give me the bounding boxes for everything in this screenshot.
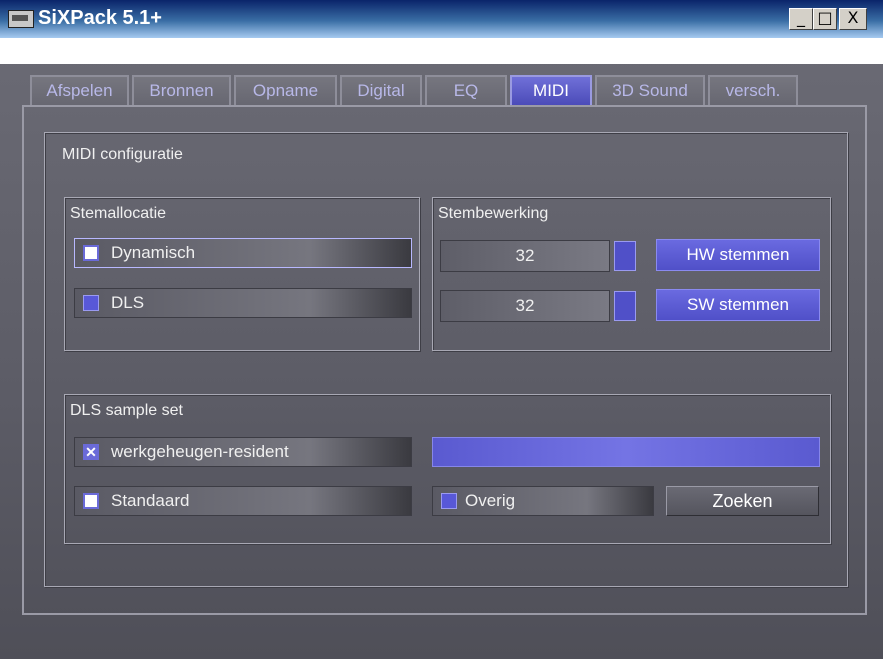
sw-stemmen-button[interactable]: SW stemmen	[656, 289, 820, 321]
tab-midi[interactable]: MIDI	[510, 75, 592, 105]
radio-indicator	[83, 493, 99, 509]
dls-sample-set-title: DLS sample set	[70, 402, 183, 419]
minimize-button[interactable]: _	[789, 8, 813, 30]
overig-label: Overig	[465, 491, 516, 510]
hw-stemmen-button[interactable]: HW stemmen	[656, 239, 820, 271]
dynamisch-option[interactable]: Dynamisch	[74, 238, 412, 268]
werkgeheugen-resident-option[interactable]: ✕ werkgeheugen-resident	[74, 437, 412, 467]
sw-voices-value[interactable]: 32	[440, 290, 610, 322]
check-icon: ✕	[83, 444, 99, 460]
stemallocatie-title: Stemallocatie	[70, 205, 167, 222]
standaard-option[interactable]: Standaard	[74, 486, 412, 516]
sixpack-window: SiXPack 5.1+ _ □ X Afspelen Bronnen Opna…	[0, 0, 883, 659]
tab-bronnen[interactable]: Bronnen	[132, 75, 231, 105]
tab-eq[interactable]: EQ	[425, 75, 507, 105]
sample-set-progress-bar	[432, 437, 820, 467]
dls-label: DLS	[111, 293, 145, 312]
radio-indicator	[441, 493, 457, 509]
hw-voices-value[interactable]: 32	[440, 240, 610, 272]
tab-afspelen[interactable]: Afspelen	[30, 75, 129, 105]
standaard-label: Standaard	[111, 491, 190, 510]
overig-option[interactable]: Overig	[432, 486, 654, 516]
werkgeheugen-resident-label: werkgeheugen-resident	[111, 442, 289, 461]
maximize-button[interactable]: □	[813, 8, 837, 30]
midi-configuratie-title: MIDI configuratie	[62, 146, 183, 163]
radio-indicator	[83, 245, 99, 261]
title-bar: SiXPack 5.1+ _ □ X	[0, 0, 883, 64]
window-title: SiXPack 5.1+	[38, 7, 162, 29]
tab-3d-sound[interactable]: 3D Sound	[595, 75, 705, 105]
app-icon[interactable]	[8, 10, 34, 28]
tab-opname[interactable]: Opname	[234, 75, 337, 105]
tab-versch[interactable]: versch.	[708, 75, 798, 105]
tab-digital[interactable]: Digital	[340, 75, 422, 105]
stembewerking-title: Stembewerking	[438, 205, 549, 222]
radio-indicator	[83, 295, 99, 311]
dynamisch-label: Dynamisch	[111, 243, 196, 262]
hw-voices-spinner[interactable]	[614, 241, 636, 271]
dls-option[interactable]: DLS	[74, 288, 412, 318]
close-button[interactable]: X	[839, 8, 867, 30]
sw-voices-spinner[interactable]	[614, 291, 636, 321]
zoeken-button[interactable]: Zoeken	[666, 486, 819, 516]
